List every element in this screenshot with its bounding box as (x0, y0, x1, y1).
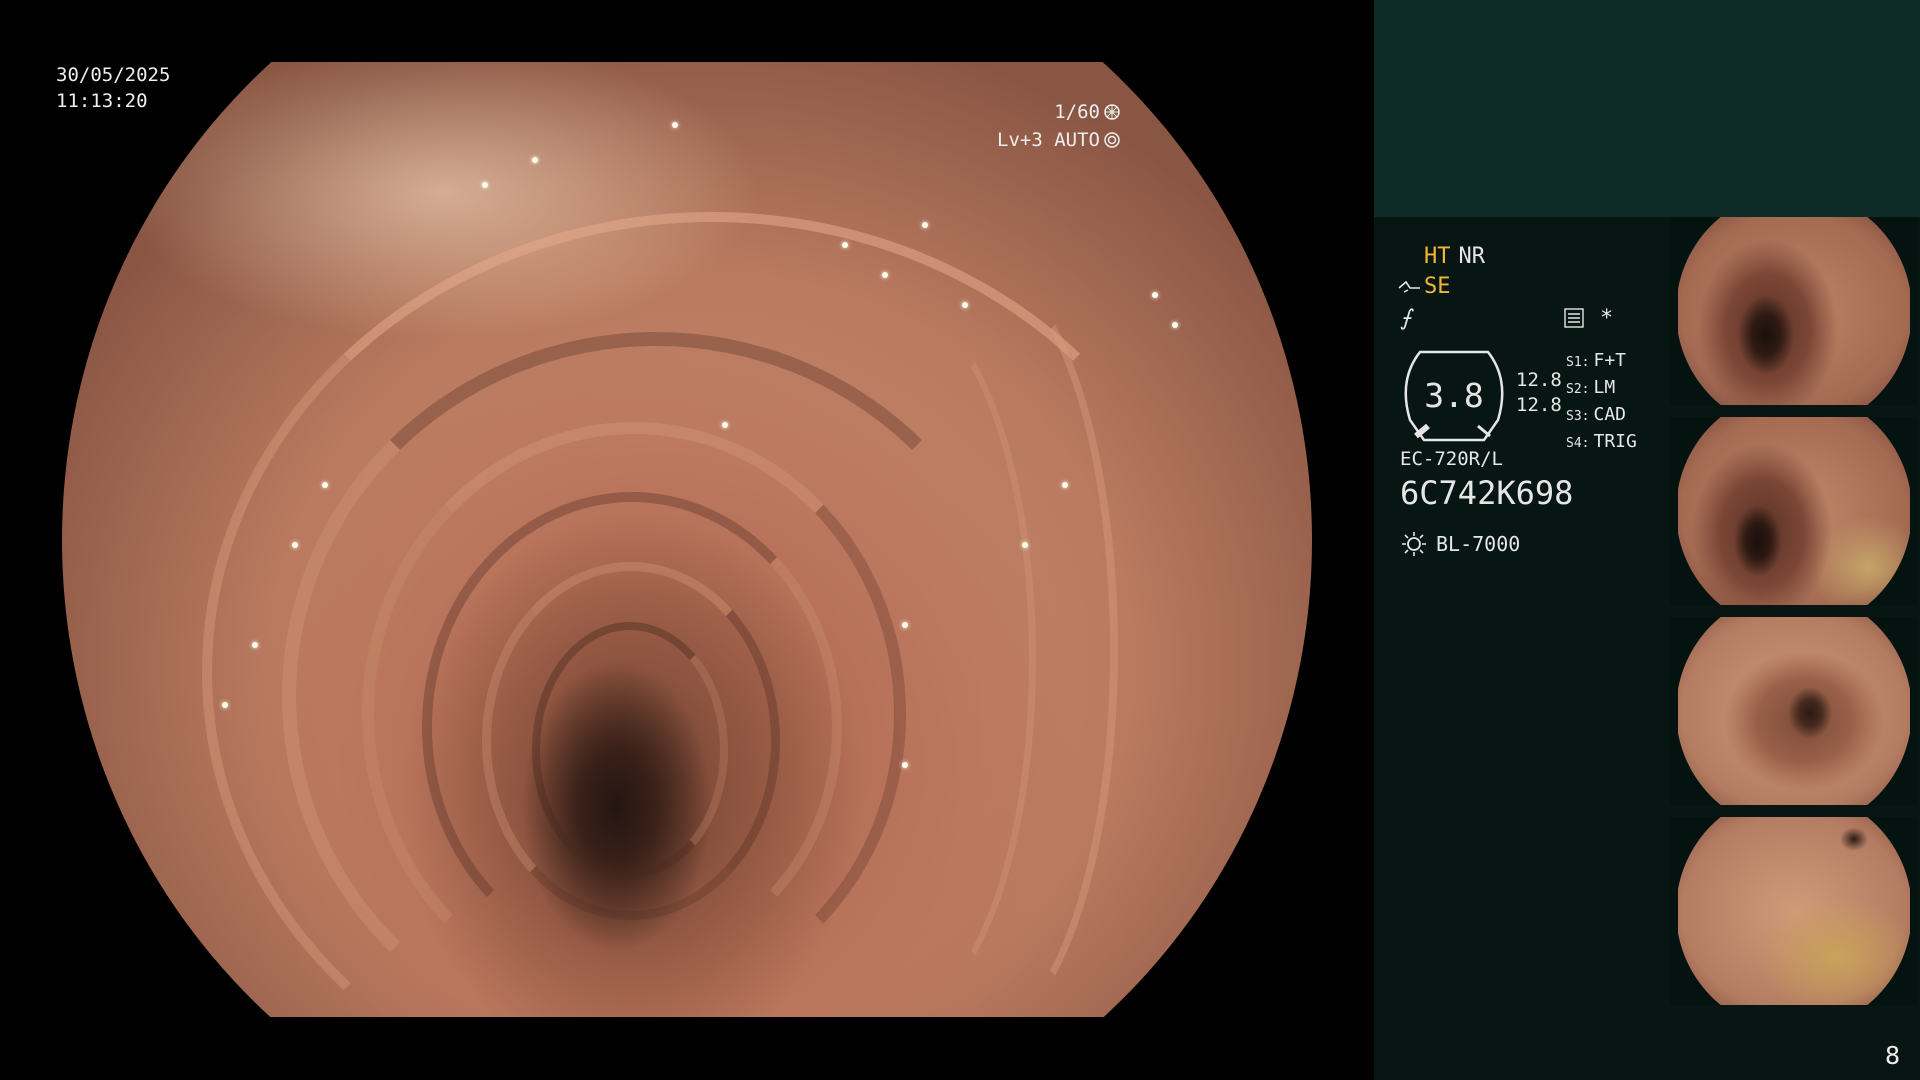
scope-serial: 6C742K698 (1400, 474, 1574, 512)
thumbnail-3[interactable] (1670, 617, 1918, 805)
menu-icon (1564, 308, 1584, 328)
slot-row: S1: F+T (1566, 350, 1626, 371)
exposure-overlay: 1/60 Lv+3 AUTO (997, 98, 1120, 154)
slot-row: S4: TRIG (1566, 431, 1637, 452)
switch-slots: S1: F+T S2: LM S3: CAD S4: TRIG (1566, 348, 1637, 456)
light-source-icon (1402, 532, 1426, 556)
gauge-value: 3.8 (1424, 376, 1484, 415)
date-text: 30/05/2025 (56, 64, 171, 86)
ht-nr-row: HT NR (1424, 244, 1485, 269)
light-source: BL-7000 (1400, 530, 1520, 558)
exposure-level: Lv+3 AUTO (997, 129, 1100, 151)
timestamp: 30/05/2025 11:13:20 (56, 62, 170, 114)
panel-header (1374, 0, 1920, 217)
se-row: SE (1398, 274, 1451, 299)
slot-row: S2: LM (1566, 377, 1616, 398)
ht-label: HT (1424, 244, 1451, 269)
shutter-speed: 1/60 (1054, 101, 1100, 123)
gauge-sub-values: 12.8 12.8 (1516, 368, 1562, 418)
endoscope-view (62, 62, 1312, 1017)
gauge-sub-2: 12.8 (1516, 394, 1562, 416)
thumbnail-1[interactable] (1670, 217, 1918, 405)
auto-iris-icon (1104, 132, 1120, 148)
star-indicator: * (1600, 306, 1614, 331)
shutter-icon (1104, 104, 1120, 120)
gauge-sub-1: 12.8 (1516, 369, 1562, 391)
nr-label: NR (1458, 244, 1486, 269)
slot-row: S3: CAD (1566, 404, 1626, 425)
cable-icon (1398, 280, 1420, 293)
scope-model: EC-720R/L (1400, 448, 1503, 470)
thumbnail-4[interactable] (1670, 817, 1918, 1005)
time-text: 11:13:20 (56, 90, 148, 112)
page-number: 8 (1884, 1041, 1900, 1070)
thumbnail-2[interactable] (1670, 417, 1918, 605)
se-label: SE (1424, 274, 1451, 299)
f-curve-icon: ⨍ (1400, 306, 1412, 331)
light-source-label: BL-7000 (1436, 532, 1521, 556)
